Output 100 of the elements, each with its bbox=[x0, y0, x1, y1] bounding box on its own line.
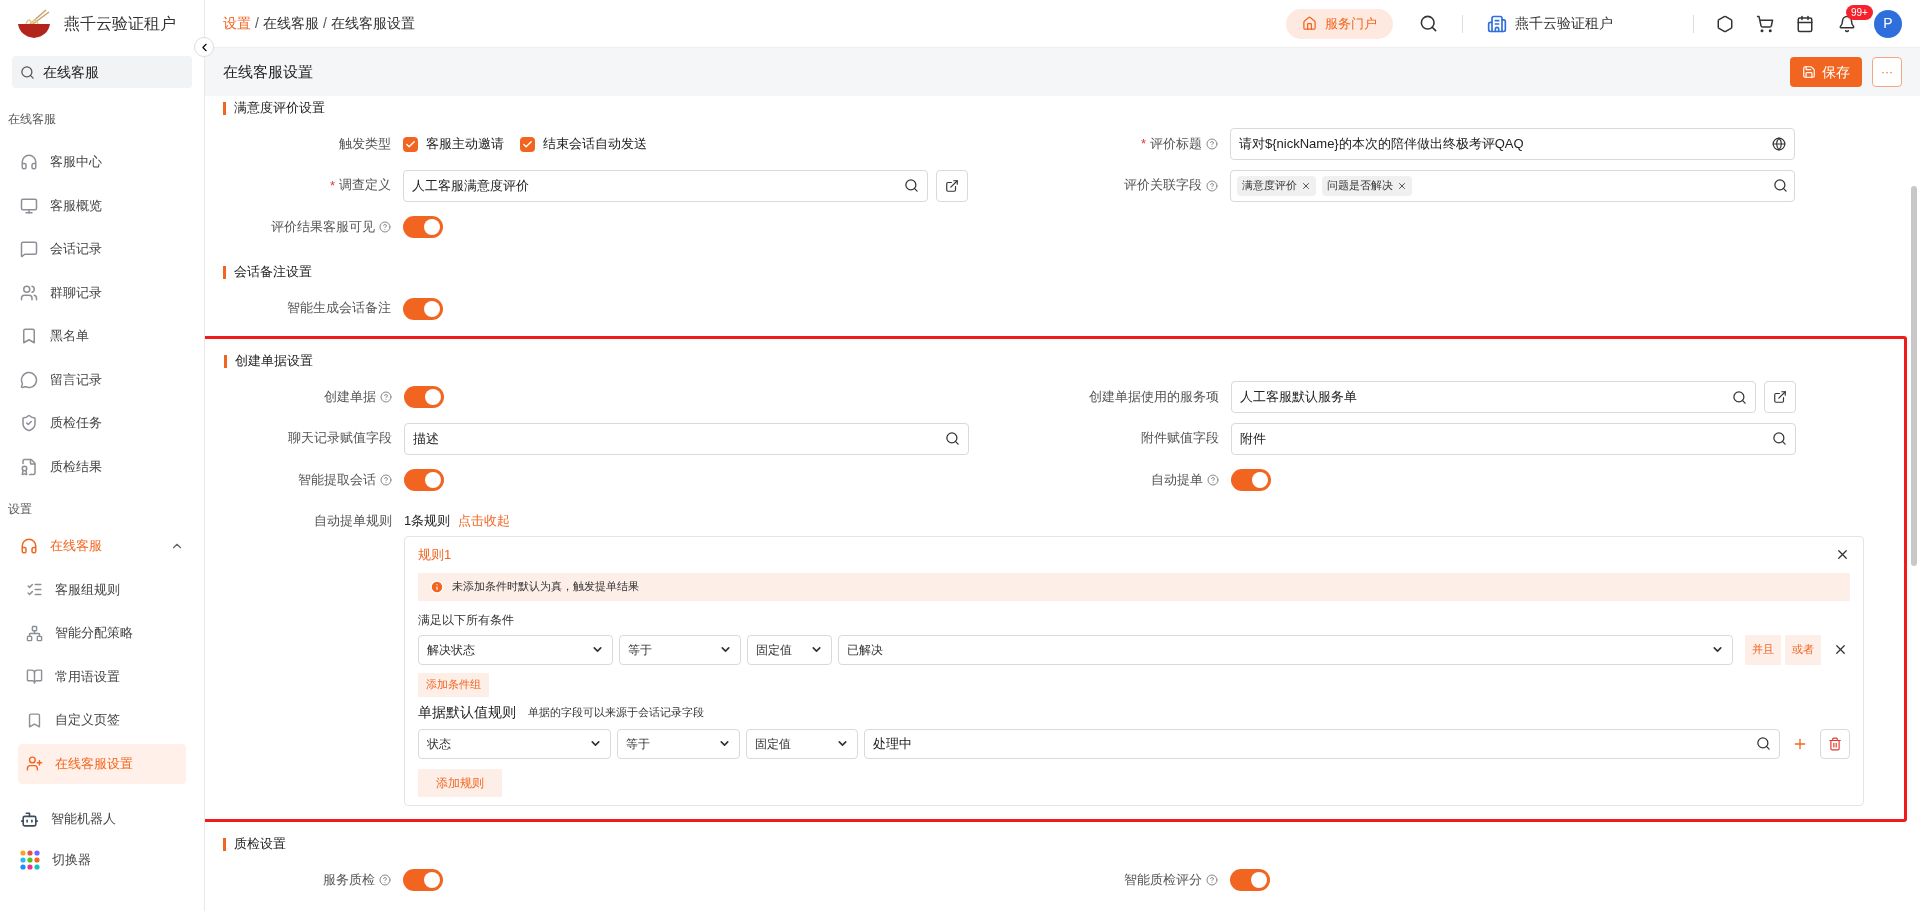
tag: 问题是否解决 bbox=[1322, 175, 1412, 196]
collapse-button[interactable] bbox=[194, 37, 214, 57]
lookup-field[interactable]: 附件 bbox=[1231, 422, 1796, 455]
check-icon bbox=[522, 138, 533, 150]
field-label: 服务质检 bbox=[323, 871, 375, 889]
remove-icon[interactable] bbox=[1301, 180, 1311, 191]
home-icon bbox=[1302, 16, 1317, 31]
sidebar-item[interactable]: 质检任务 bbox=[8, 403, 196, 443]
document-icon bbox=[20, 457, 38, 476]
user-plus-icon bbox=[26, 755, 43, 772]
tags-field[interactable]: 满意度评价 问题是否解决 bbox=[1230, 169, 1795, 202]
calendar-icon[interactable] bbox=[1796, 14, 1814, 33]
search-field[interactable]: 在线客服 bbox=[12, 56, 192, 88]
help-icon[interactable] bbox=[1206, 138, 1218, 150]
search-icon bbox=[904, 178, 919, 193]
avatar[interactable]: P bbox=[1874, 9, 1902, 38]
sidebar-subitem[interactable]: 客服组规则 bbox=[18, 569, 186, 610]
page-title: 在线客服设置 bbox=[223, 61, 314, 82]
search-icon bbox=[945, 431, 960, 446]
checkbox[interactable] bbox=[403, 136, 418, 152]
sidebar-subitem[interactable]: 智能分配策略 bbox=[18, 613, 186, 653]
field-label: 创建单据 bbox=[324, 388, 376, 406]
toggle-switch[interactable] bbox=[404, 469, 444, 491]
cart-icon[interactable] bbox=[1756, 14, 1774, 33]
headset-icon bbox=[20, 153, 38, 171]
search-icon bbox=[1732, 389, 1747, 405]
search-icon[interactable] bbox=[1419, 14, 1438, 33]
toggle-switch[interactable] bbox=[403, 869, 443, 891]
checkbox[interactable] bbox=[520, 136, 535, 152]
tenant-name: 燕千云验证租户 bbox=[64, 14, 176, 34]
sidebar-item[interactable]: 黑名单 bbox=[8, 316, 196, 356]
required-mark: * bbox=[1140, 135, 1146, 154]
sidebar-item[interactable]: 客服概览 bbox=[8, 185, 196, 226]
lookup-field[interactable]: 人工客服默认服务单 bbox=[1231, 381, 1756, 413]
breadcrumb-item: 在线客服 bbox=[262, 14, 319, 33]
help-icon[interactable] bbox=[1207, 474, 1219, 486]
field-label: 评价关联字段 bbox=[1124, 177, 1202, 195]
scrollbar[interactable] bbox=[1911, 186, 1917, 566]
search-icon bbox=[1756, 736, 1771, 751]
help-icon[interactable] bbox=[380, 474, 392, 486]
defaults-title: 单据默认值规则 bbox=[418, 702, 516, 722]
tenant-name[interactable]: 燕千云验证租户 bbox=[1515, 13, 1613, 34]
toggle-switch[interactable] bbox=[403, 297, 443, 320]
sidebar-item[interactable]: 群聊记录 bbox=[8, 272, 196, 313]
defaults-hint: 单据的字段可以来源于会话记录字段 bbox=[528, 704, 704, 720]
dropdown[interactable]: 解决状态 bbox=[418, 634, 613, 665]
section-title: 质检设置 bbox=[234, 835, 286, 853]
trash-icon bbox=[1828, 736, 1842, 751]
dropdown[interactable]: 等于 bbox=[617, 728, 740, 759]
close-icon[interactable] bbox=[1835, 547, 1850, 562]
dropdown[interactable]: 状态 bbox=[418, 728, 611, 759]
headset-icon bbox=[20, 537, 38, 555]
sidebar-item[interactable]: 质检结果 bbox=[8, 446, 196, 487]
lookup-field[interactable]: 人工客服满意度评价 bbox=[403, 169, 928, 202]
toggle-switch[interactable] bbox=[403, 216, 443, 238]
field-label: 评价结果客服可见 bbox=[271, 218, 375, 236]
field-label: 智能提取会话 bbox=[298, 471, 376, 489]
delete-button[interactable] bbox=[1820, 728, 1850, 759]
globe-icon bbox=[1772, 137, 1786, 151]
sidebar-item[interactable]: 会话记录 bbox=[8, 229, 196, 269]
toggle-switch[interactable] bbox=[1231, 469, 1271, 491]
dropdown[interactable]: 固定值 bbox=[747, 634, 832, 665]
search-icon bbox=[1773, 178, 1788, 193]
help-icon[interactable] bbox=[1206, 874, 1218, 886]
dropdown[interactable]: 等于 bbox=[619, 634, 741, 665]
sidebar-subitem[interactable]: 常用语设置 bbox=[18, 656, 186, 697]
lookup-field[interactable]: 处理中 bbox=[864, 728, 1780, 759]
search-icon bbox=[1772, 431, 1787, 446]
field-label: 评价标题 bbox=[1150, 135, 1202, 153]
remove-icon[interactable] bbox=[1397, 180, 1407, 191]
lookup-field[interactable]: 请对${nickName}的本次的陪伴做出终极考评QAQ bbox=[1230, 128, 1795, 160]
dropdown[interactable]: 固定值 bbox=[746, 728, 858, 759]
help-icon[interactable] bbox=[379, 874, 391, 886]
close-icon[interactable] bbox=[1833, 642, 1848, 657]
help-icon[interactable] bbox=[380, 391, 392, 403]
help-icon[interactable] bbox=[379, 221, 391, 233]
sidebar-item[interactable]: 留言记录 bbox=[8, 359, 196, 400]
group-title: 在线客服 bbox=[7, 111, 57, 128]
hexagon-icon[interactable] bbox=[1716, 14, 1734, 33]
lookup-field[interactable]: 描述 bbox=[404, 422, 969, 455]
sidebar-item[interactable]: 智能机器人 bbox=[8, 799, 196, 839]
bell-icon[interactable] bbox=[1838, 14, 1856, 33]
check-icon bbox=[405, 138, 416, 150]
toggle-switch[interactable] bbox=[1230, 869, 1270, 891]
sidebar-item[interactable]: 客服中心 bbox=[8, 142, 196, 182]
external-link-icon bbox=[1773, 390, 1787, 404]
tag: 满意度评价 bbox=[1237, 175, 1316, 196]
breadcrumb-item: 在线客服设置 bbox=[330, 14, 415, 33]
search-icon bbox=[20, 64, 35, 80]
book-icon bbox=[26, 668, 43, 685]
open-link-button[interactable] bbox=[1764, 381, 1796, 413]
help-icon[interactable] bbox=[1206, 179, 1218, 192]
toggle-switch[interactable] bbox=[404, 386, 444, 408]
dropdown[interactable]: 已解决 bbox=[838, 634, 1733, 665]
sidebar-item[interactable]: 切换器 bbox=[8, 840, 196, 880]
bookmark-icon bbox=[26, 711, 43, 729]
breadcrumb-separator: / bbox=[322, 14, 327, 33]
sidebar-subitem[interactable]: 自定义页签 bbox=[18, 700, 186, 740]
checkbox-label: 客服主动邀请 bbox=[426, 135, 504, 154]
open-link-button[interactable] bbox=[936, 169, 968, 202]
